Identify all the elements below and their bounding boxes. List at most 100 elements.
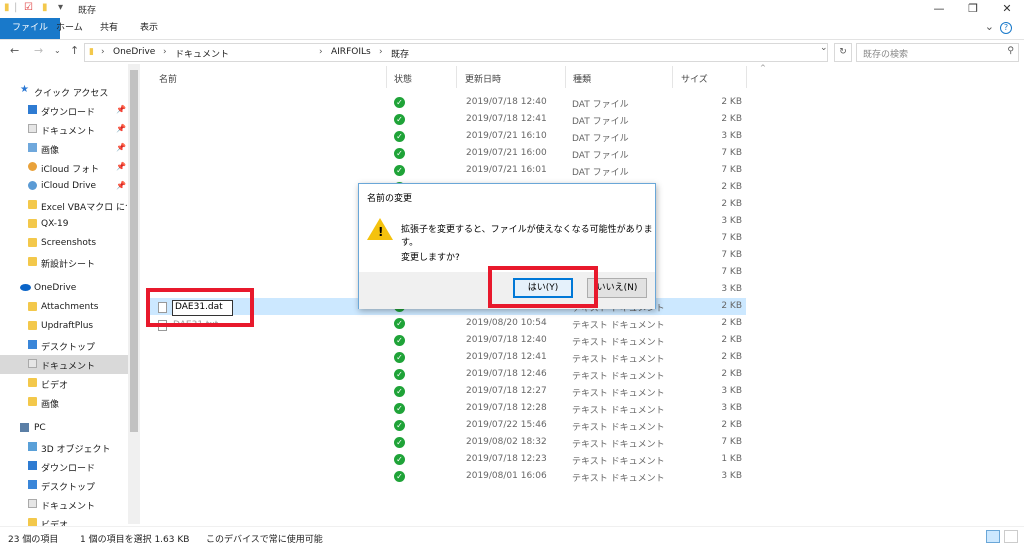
recent-dropdown-icon[interactable]: ⌄ [54, 46, 61, 55]
search-icon[interactable]: ⚲ [1007, 46, 1014, 56]
column-header-row: 名前 状態 更新日時 種類 ^ サイズ [140, 64, 1024, 90]
column-header-status[interactable]: 状態 [394, 72, 412, 85]
sync-ok-icon: ✓ [394, 403, 405, 414]
column-divider[interactable] [456, 66, 457, 88]
forward-arrow-icon[interactable]: → [34, 44, 43, 57]
sidebar-item-images[interactable]: 画像 [0, 393, 128, 412]
table-row[interactable]: ✓ 2019/07/18 12:41 テキスト ドキュメント 2 KB [146, 349, 746, 366]
column-header-type[interactable]: 種類 [573, 72, 591, 85]
file-type: DAT ファイル [572, 100, 629, 110]
close-button[interactable]: ✕ [990, 0, 1024, 18]
sidebar-scrollbar-thumb[interactable] [130, 70, 138, 432]
refresh-icon[interactable]: ↻ [834, 43, 852, 62]
chevron-right-icon[interactable]: › [379, 47, 383, 57]
table-row[interactable]: ✓ 2019/07/18 12:23 テキスト ドキュメント 1 KB [146, 451, 746, 468]
sidebar-item-excel-vba[interactable]: Excel VBAマクロ につい [0, 196, 128, 215]
new-folder-icon[interactable]: ▮ [42, 2, 48, 13]
column-divider[interactable] [746, 66, 747, 88]
sidebar-item-pc-downloads[interactable]: ダウンロード [0, 457, 128, 476]
sidebar-item-attachments[interactable]: Attachments [0, 298, 128, 317]
column-header-name[interactable]: 名前 [159, 72, 177, 85]
back-arrow-icon[interactable]: ← [10, 44, 19, 57]
breadcrumb-onedrive[interactable]: OneDrive [113, 47, 155, 57]
sidebar-item-desktop[interactable]: デスクトップ [0, 336, 128, 355]
sidebar-item-pc[interactable]: PC [0, 419, 128, 438]
sidebar-item-new-design-sheet[interactable]: 新設計シート [0, 253, 128, 272]
file-size: 3 KB [721, 216, 742, 226]
table-row[interactable]: ✓ 2019/07/22 15:46 テキスト ドキュメント 2 KB [146, 417, 746, 434]
sync-ok-icon: ✓ [394, 352, 405, 363]
table-row[interactable]: ✓ 2019/07/18 12:27 テキスト ドキュメント 3 KB [146, 383, 746, 400]
sync-ok-icon: ✓ [394, 335, 405, 346]
documents-folder-icon [28, 359, 37, 368]
sidebar-item-icloud-photos[interactable]: iCloud フォト 📌 [0, 158, 128, 177]
file-date: 2019/08/20 10:54 [466, 318, 547, 328]
sidebar-item-icloud-drive[interactable]: iCloud Drive 📌 [0, 177, 128, 196]
table-row[interactable]: ✓ 2019/07/21 16:00 DAT ファイル 7 KB [146, 145, 746, 162]
download-folder-icon [28, 105, 37, 114]
breadcrumb-current[interactable]: 既存 [391, 47, 409, 60]
sync-ok-icon: ✓ [394, 386, 405, 397]
sidebar-item-screenshots[interactable]: Screenshots [0, 234, 128, 253]
file-size: 3 KB [721, 403, 742, 413]
star-icon: ★ [20, 84, 29, 95]
large-icons-view-icon[interactable] [1004, 530, 1018, 543]
sidebar-item-pc-desktop[interactable]: デスクトップ [0, 476, 128, 495]
details-view-icon[interactable] [986, 530, 1000, 543]
chevron-down-icon[interactable]: ⌄ [985, 20, 994, 33]
sidebar-item-pc-documents[interactable]: ドキュメント [0, 495, 128, 514]
pictures-folder-icon [28, 143, 37, 152]
table-row[interactable]: ✓ 2019/07/18 12:41 DAT ファイル 2 KB [146, 111, 746, 128]
minimize-button[interactable]: — [922, 0, 956, 18]
sidebar-item-label: iCloud フォト [41, 165, 100, 175]
sidebar-item-quick-access[interactable]: ★ クイック アクセス [0, 82, 128, 101]
sidebar-item-pictures[interactable]: 画像 📌 [0, 139, 128, 158]
chevron-right-icon[interactable]: › [101, 47, 105, 57]
properties-icon[interactable]: ☑ [24, 2, 33, 13]
column-header-date[interactable]: 更新日時 [465, 72, 501, 85]
sidebar-item-videos[interactable]: ビデオ [0, 374, 128, 393]
sidebar-item-pc-videos[interactable]: ビデオ [0, 514, 128, 526]
sync-ok-icon: ✓ [394, 318, 405, 329]
file-size: 2 KB [721, 97, 742, 107]
column-divider[interactable] [672, 66, 673, 88]
pin-icon: 📌 [116, 124, 126, 133]
address-dropdown-icon[interactable]: ⌄ [820, 43, 828, 53]
sidebar-item-label: ドキュメント [41, 502, 96, 512]
address-bar[interactable]: ▮ › OneDrive › ドキュメント › AIRFOILs › 既存 [84, 43, 828, 62]
column-divider[interactable] [386, 66, 387, 88]
sidebar-item-qx19[interactable]: QX-19 [0, 215, 128, 234]
breadcrumb-documents[interactable]: ドキュメント [175, 47, 229, 60]
table-row[interactable]: ✓ 2019/07/18 12:40 DAT ファイル 2 KB [146, 94, 746, 111]
maximize-button[interactable]: ❐ [956, 0, 990, 18]
sidebar-item-3d-objects[interactable]: 3D オブジェクト [0, 438, 128, 457]
sidebar-item-documents-selected[interactable]: ドキュメント [0, 355, 128, 374]
help-icon[interactable]: ? [1000, 22, 1012, 34]
quick-access-dropdown-icon[interactable]: ▾ [58, 2, 63, 13]
table-row[interactable]: ✓ 2019/07/21 16:10 DAT ファイル 3 KB [146, 128, 746, 145]
chevron-right-icon[interactable]: › [319, 47, 323, 57]
table-row[interactable]: ✓ 2019/08/02 18:32 テキスト ドキュメント 7 KB [146, 434, 746, 451]
sidebar-item-downloads[interactable]: ダウンロード 📌 [0, 101, 128, 120]
sync-ok-icon: ✓ [394, 114, 405, 125]
breadcrumb-airfoils[interactable]: AIRFOILs [331, 47, 371, 57]
column-header-size[interactable]: サイズ [681, 72, 708, 85]
search-box[interactable]: 既存の検索 ⚲ [856, 43, 1019, 62]
table-row[interactable]: ✓ 2019/07/18 12:46 テキスト ドキュメント 2 KB [146, 366, 746, 383]
table-row[interactable]: ✓ 2019/07/18 12:28 テキスト ドキュメント 3 KB [146, 400, 746, 417]
folder-icon [28, 518, 37, 526]
table-row[interactable]: ✓ 2019/07/21 16:01 DAT ファイル 7 KB [146, 162, 746, 179]
sidebar-item-onedrive[interactable]: OneDrive [0, 279, 128, 298]
sidebar-item-documents[interactable]: ドキュメント 📌 [0, 120, 128, 139]
tab-share[interactable]: 共有 [88, 18, 130, 39]
file-date: 2019/07/21 16:10 [466, 131, 547, 141]
table-row[interactable]: ✓ 2019/08/01 16:06 テキスト ドキュメント 3 KB [146, 468, 746, 485]
up-arrow-icon[interactable]: ↑ [70, 44, 79, 57]
table-row[interactable]: ✓ 2019/07/18 12:40 テキスト ドキュメント 2 KB [146, 332, 746, 349]
tab-view[interactable]: 表示 [128, 18, 170, 39]
chevron-right-icon[interactable]: › [163, 47, 167, 57]
column-divider[interactable] [565, 66, 566, 88]
sidebar-item-updraftplus[interactable]: UpdraftPlus [0, 317, 128, 336]
sidebar-item-label: 3D オブジェクト [41, 445, 111, 455]
file-size: 2 KB [721, 114, 742, 124]
